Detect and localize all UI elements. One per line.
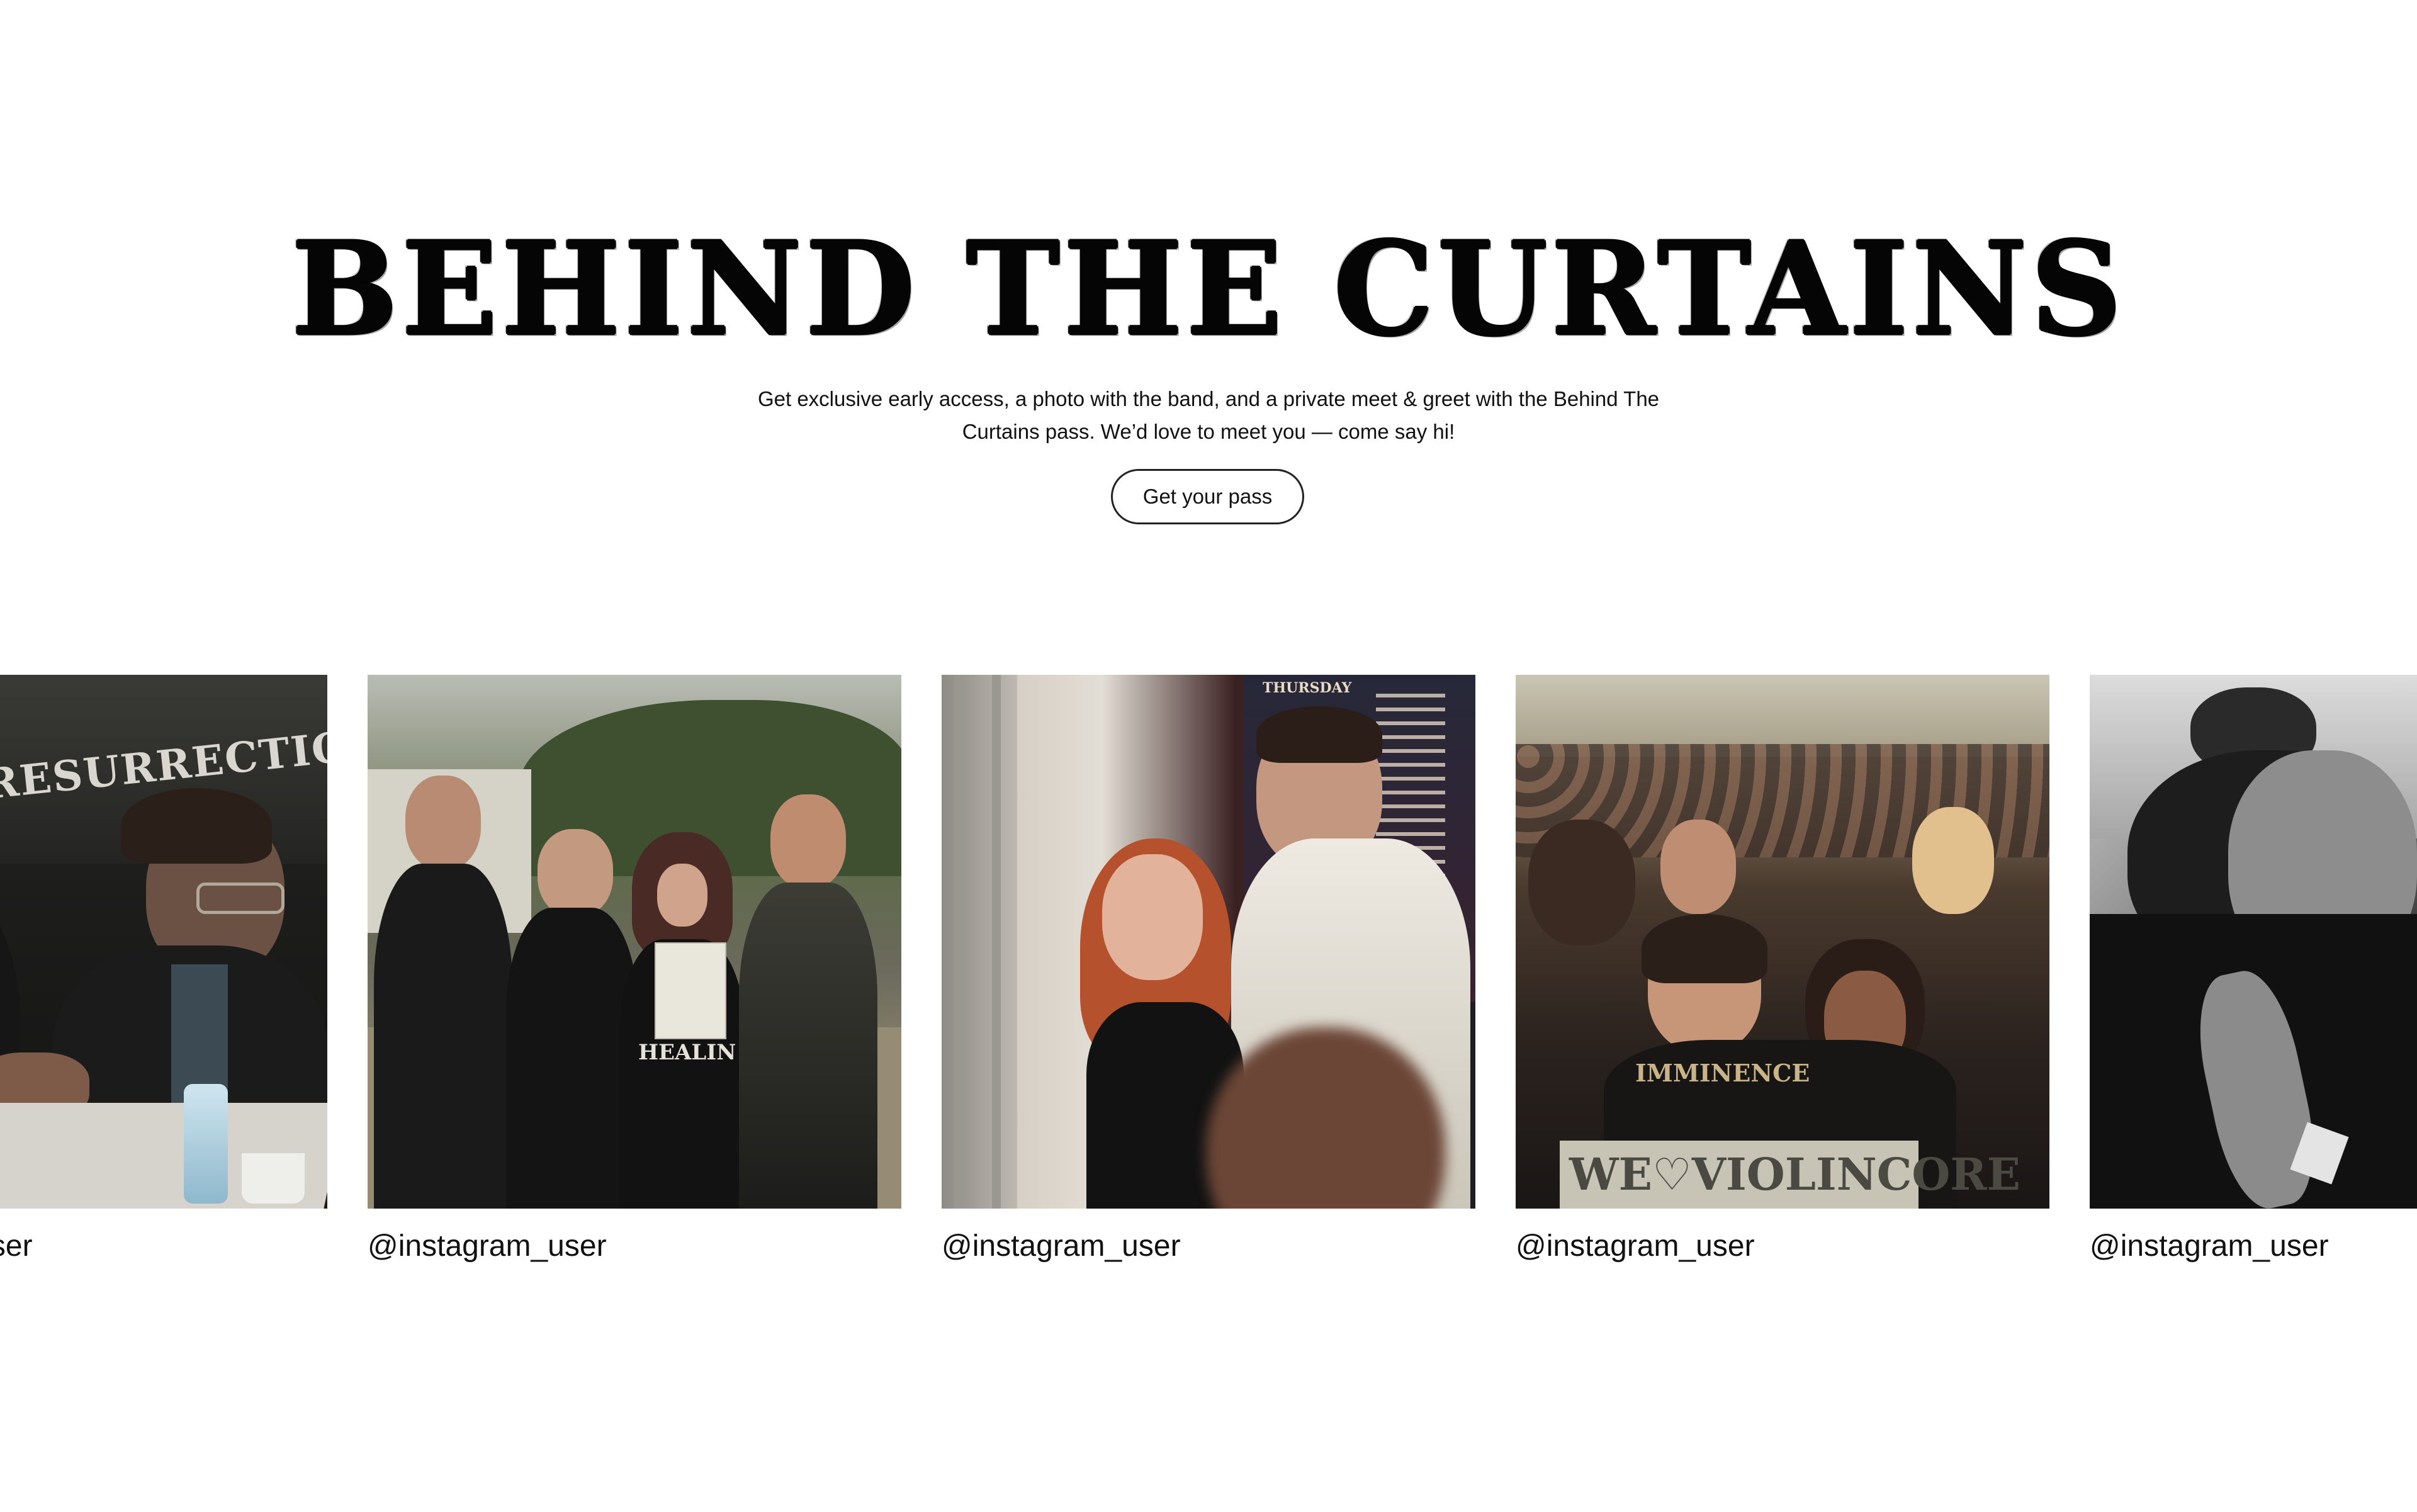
gallery-photo[interactable] [2090,675,2417,1209]
gallery-photo[interactable]: RESURRECTION FEST Estr [0,675,327,1209]
instagram-handle[interactable]: @instagram_user [368,1229,607,1264]
shirt-text: HEALIN [638,1040,736,1065]
page: BEHIND THE CURTAINS Get exclusive early … [0,0,2417,1512]
fan-sign-text: WE♡VIOLINCORE [1569,1148,2020,1200]
gallery-card[interactable]: @instagram_user [2090,675,2417,1263]
get-your-pass-button[interactable]: Get your pass [1111,469,1304,524]
gallery-photo[interactable]: IMMINENCE WE♡VIOLINCORE [1516,675,2049,1209]
shirt-text: IMMINENCE [1635,1059,1810,1087]
hero-description: Get exclusive early access, a photo with… [757,387,1660,443]
instagram-handle[interactable]: @instagram_user [942,1229,1181,1264]
instagram-handle[interactable]: @instagram_user [1516,1229,1755,1264]
instagram-gallery[interactable]: RESURRECTION FEST Estr @instagram_user [0,675,2417,1279]
hero-title: BEHIND THE CURTAINS [291,213,2126,365]
gallery-photo[interactable]: HEALIN [368,675,901,1209]
instagram-handle[interactable]: @instagram_user [0,1229,33,1264]
gallery-photo[interactable]: THURSDAY [942,675,1475,1209]
gallery-card[interactable]: THURSDAY @instagram_user [942,675,1475,1263]
schedule-heading: THURSDAY [1263,680,1352,696]
gallery-card[interactable]: HEALIN @instagram_user [368,675,901,1263]
gallery-card[interactable]: IMMINENCE WE♡VIOLINCORE @instagram_user [1516,675,2049,1263]
gallery-card[interactable]: RESURRECTION FEST Estr @instagram_user [0,675,327,1263]
instagram-handle[interactable]: @instagram_user [2090,1229,2329,1264]
